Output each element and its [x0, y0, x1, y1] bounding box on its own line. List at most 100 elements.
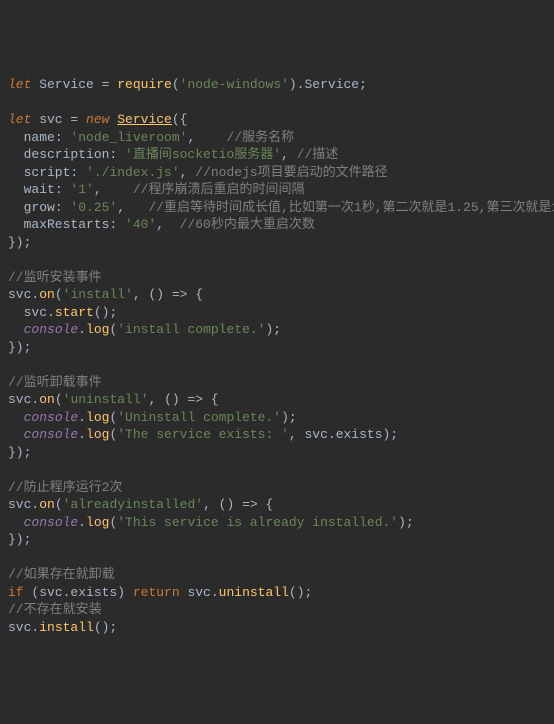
code-token: ({: [172, 112, 188, 127]
code-token: .: [31, 620, 39, 635]
code-token: if: [8, 585, 24, 600]
code-token: 'This service is already installed.': [117, 515, 398, 530]
code-token: //服务名称: [226, 130, 294, 145]
code-token: //程序崩溃后重启的时间间隔: [133, 182, 305, 197]
code-token: exists: [70, 585, 117, 600]
code-token: script: [8, 165, 70, 180]
code-token: new: [86, 112, 109, 127]
code-token: );: [398, 515, 414, 530]
code-token: Service: [304, 77, 359, 92]
code-token: //不存在就安装: [8, 602, 102, 617]
code-token: Service: [117, 112, 172, 127]
code-token: (: [172, 77, 180, 92]
code-token: ).: [289, 77, 305, 92]
code-token: , svc.: [289, 427, 336, 442]
code-token: console: [24, 515, 79, 530]
code-token: exists: [336, 427, 383, 442]
code-editor-content: let Service = require('node-windows').Se…: [8, 76, 546, 636]
code-token: console: [24, 427, 79, 442]
code-token: ,: [117, 200, 148, 215]
code-token: return: [133, 585, 180, 600]
code-token: svc: [8, 305, 47, 320]
code-token: :: [55, 200, 71, 215]
code-token: );: [265, 322, 281, 337]
code-token: .: [78, 427, 86, 442]
code-token: ,: [187, 130, 226, 145]
code-token: log: [86, 322, 109, 337]
code-token: .: [78, 322, 86, 337]
code-token: , () => {: [148, 392, 218, 407]
code-token: log: [86, 427, 109, 442]
code-token: //nodejs项目要启动的文件路径: [195, 165, 387, 180]
code-token: '直播间socketio服务器': [125, 147, 281, 162]
code-token: install: [39, 620, 94, 635]
code-token: //60秒内最大重启次数: [180, 217, 315, 232]
code-token: [8, 427, 24, 442]
code-token: ,: [94, 182, 133, 197]
code-token: });: [8, 235, 31, 250]
code-token: //重启等待时间成长值,比如第一次1秒,第二次就是1.25,第三次就是1.562…: [148, 200, 554, 215]
code-token: let: [8, 112, 31, 127]
code-token: on: [39, 287, 55, 302]
code-token: 'node_liveroom': [70, 130, 187, 145]
code-token: log: [86, 515, 109, 530]
code-token: 'install': [63, 287, 133, 302]
code-token: ,: [180, 165, 196, 180]
code-token: svc: [8, 392, 31, 407]
code-token: name: [8, 130, 55, 145]
code-token: , () => {: [203, 497, 273, 512]
code-token: console: [24, 322, 79, 337]
code-token: :: [55, 182, 71, 197]
code-token: grow: [8, 200, 55, 215]
code-token: //如果存在就卸载: [8, 567, 115, 582]
code-token: '1': [70, 182, 93, 197]
code-token: require: [117, 77, 172, 92]
code-token: :: [55, 130, 71, 145]
code-token: '0.25': [70, 200, 117, 215]
code-token: svc: [8, 620, 31, 635]
code-token: ();: [289, 585, 312, 600]
code-token: .: [47, 305, 55, 320]
code-token: wait: [8, 182, 55, 197]
code-token: on: [39, 392, 55, 407]
code-token: );: [281, 410, 297, 425]
code-token: });: [8, 340, 31, 355]
code-token: svc: [31, 112, 70, 127]
code-token: .: [78, 515, 86, 530]
code-token: 'alreadyinstalled': [63, 497, 203, 512]
code-token: description: [8, 147, 109, 162]
code-token: .: [78, 410, 86, 425]
code-token: './index.js': [86, 165, 180, 180]
code-token: //防止程序运行2次: [8, 480, 122, 495]
code-token: (: [55, 497, 63, 512]
code-token: 'uninstall': [63, 392, 149, 407]
code-token: [8, 515, 24, 530]
code-token: log: [86, 410, 109, 425]
code-token: //描述: [297, 147, 339, 162]
code-token: ();: [94, 620, 117, 635]
code-token: Service: [31, 77, 101, 92]
code-token: svc: [8, 497, 31, 512]
code-token: (: [55, 392, 63, 407]
code-token: :: [109, 217, 125, 232]
code-token: console: [24, 410, 79, 425]
code-token: 'The service exists: ': [117, 427, 289, 442]
code-token: 'Uninstall complete.': [117, 410, 281, 425]
code-token: //监听安装事件: [8, 270, 102, 285]
code-token: '40': [125, 217, 156, 232]
code-token: [8, 410, 24, 425]
code-token: });: [8, 532, 31, 547]
code-token: 'install complete.': [117, 322, 265, 337]
code-token: uninstall: [219, 585, 289, 600]
code-token: 'node-windows': [180, 77, 289, 92]
code-token: (: [55, 287, 63, 302]
code-token: =: [70, 112, 86, 127]
code-token: });: [8, 445, 31, 460]
code-token: :: [109, 147, 125, 162]
code-token: [8, 322, 24, 337]
code-token: //监听卸载事件: [8, 375, 102, 390]
code-token: ();: [94, 305, 117, 320]
code-token: =: [102, 77, 118, 92]
code-token: ,: [281, 147, 297, 162]
code-token: (svc.: [24, 585, 71, 600]
